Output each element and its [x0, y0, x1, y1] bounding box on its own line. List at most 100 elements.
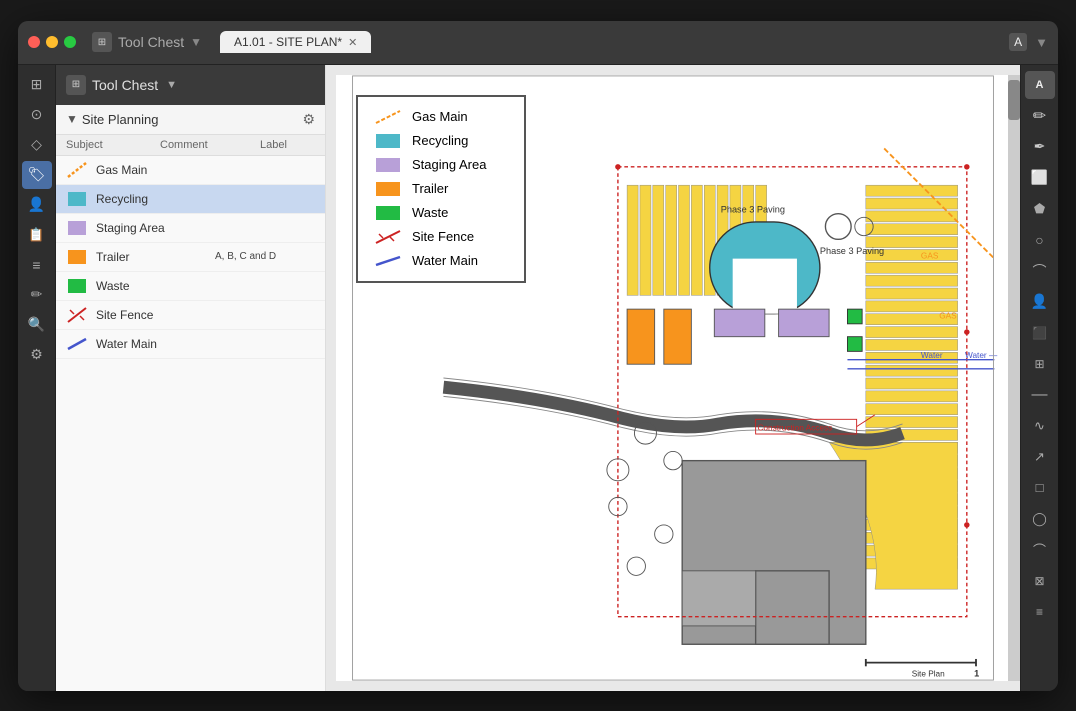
- right-rail-arrow-icon[interactable]: ↗: [1025, 443, 1055, 471]
- rail-icon-tag[interactable]: 🏷: [22, 161, 52, 189]
- section-expand-icon[interactable]: ▼: [66, 112, 78, 126]
- legend-item-water-main[interactable]: Water Main: [56, 330, 325, 359]
- rail-icon-doc[interactable]: 📋: [22, 221, 52, 249]
- legend-item-gas-main[interactable]: Gas Main: [56, 156, 325, 185]
- top-right-icon[interactable]: A: [1009, 33, 1027, 51]
- right-rail-draw-icon[interactable]: ✒: [1025, 133, 1055, 161]
- right-rail-arc-icon[interactable]: ⌒: [1025, 257, 1055, 285]
- chevron-up-icon[interactable]: ▼: [1035, 35, 1048, 50]
- right-rail-oval-icon[interactable]: ◯: [1025, 505, 1055, 533]
- scrollbar-thumb[interactable]: [1008, 80, 1020, 120]
- svg-text:Water: Water: [921, 350, 943, 359]
- app-icon-area: ⊞ Tool Chest ▼: [92, 32, 202, 52]
- svg-text:GAS: GAS: [921, 251, 939, 260]
- right-rail-person-icon[interactable]: 👤: [1025, 288, 1055, 316]
- tool-chest-title: Tool Chest: [92, 77, 158, 93]
- legend-item-trailer[interactable]: Trailer A, B, C and D: [56, 243, 325, 272]
- legend-item-recycling[interactable]: Recycling: [56, 185, 325, 214]
- max-dot[interactable]: [64, 36, 76, 48]
- recycling-label: Recycling: [96, 192, 215, 206]
- chest-header-icon: ⊞: [66, 75, 86, 95]
- table-header: Subject Comment Label: [56, 135, 325, 156]
- svg-text:1: 1: [974, 668, 979, 678]
- legend-row-staging: Staging Area: [374, 157, 508, 173]
- right-rail-wave-icon[interactable]: ⌒: [1025, 536, 1055, 564]
- rail-icon-grid[interactable]: ⊞: [22, 71, 52, 99]
- right-tool-rail: A ✏ ✒ ⬜ ⬟ ○ ⌒ 👤 ⬛ ⊞ — ∿ ↗ □ ◯ ⌒ ⊠ ≡: [1020, 65, 1058, 691]
- rail-icon-gear[interactable]: ⚙: [22, 341, 52, 369]
- water-main-swatch: [66, 335, 88, 353]
- legend-row-waste: Waste: [374, 205, 508, 221]
- right-rail-line-icon[interactable]: —: [1025, 381, 1055, 409]
- vertical-scrollbar[interactable]: [1008, 75, 1020, 681]
- site-fence-label: Site Fence: [96, 308, 215, 322]
- chest-chevron-icon[interactable]: ▼: [166, 79, 177, 91]
- right-rail-rect-icon[interactable]: ⬜: [1025, 164, 1055, 192]
- trailer-swatch: [66, 248, 88, 266]
- lg-swatch-staging: [374, 157, 402, 173]
- waste-swatch: [66, 277, 88, 295]
- drawing-area[interactable]: Phase 3 Paving Phase 3 Paving Constructi…: [326, 65, 1020, 691]
- svg-text:Phase 3 Paving: Phase 3 Paving: [820, 246, 884, 256]
- right-rail-lines-icon[interactable]: ≡: [1025, 598, 1055, 626]
- close-dot[interactable]: [28, 36, 40, 48]
- tab-area: A1.01 - SITE PLAN* ✕: [220, 31, 1001, 53]
- right-rail-square-icon[interactable]: □: [1025, 474, 1055, 502]
- lg-swatch-recycling: [374, 133, 402, 149]
- rail-icon-diamond[interactable]: ◇: [22, 131, 52, 159]
- right-rail-a-icon[interactable]: A: [1025, 71, 1055, 99]
- lg-label-recycling: Recycling: [412, 133, 468, 148]
- tool-chest-icon: ⊞: [92, 32, 112, 52]
- legend-item-site-fence[interactable]: Site Fence: [56, 301, 325, 330]
- rail-icon-search[interactable]: 🔍: [22, 311, 52, 339]
- right-rail-image-icon[interactable]: ⬛: [1025, 319, 1055, 347]
- main-area: ⊞ ⊙ ◇ 🏷 👤 📋 ≡ ✏ 🔍 ⚙ ⊞ Tool Chest ▼ ▼ Sit…: [18, 65, 1058, 691]
- lg-label-gas: Gas Main: [412, 109, 468, 124]
- svg-text:Phase 3 Paving: Phase 3 Paving: [721, 204, 785, 214]
- legend-item-staging-area[interactable]: Staging Area: [56, 214, 325, 243]
- lg-label-staging: Staging Area: [412, 157, 486, 172]
- gas-main-label: Gas Main: [96, 163, 215, 177]
- rail-icon-list[interactable]: ≡: [22, 251, 52, 279]
- lg-swatch-gas: [374, 109, 402, 125]
- right-rail-table-icon[interactable]: ⊠: [1025, 567, 1055, 595]
- right-rail-circle-icon[interactable]: ○: [1025, 226, 1055, 254]
- lg-label-water: Water Main: [412, 253, 478, 268]
- legend-list: Gas Main Recycling Staging Area: [56, 156, 325, 691]
- section-settings-icon[interactable]: ⚙: [302, 111, 315, 128]
- rail-icon-person[interactable]: 👤: [22, 191, 52, 219]
- legend-row-gas: Gas Main: [374, 109, 508, 125]
- right-rail-curve-icon[interactable]: ∿: [1025, 412, 1055, 440]
- staging-area-label: Staging Area: [96, 221, 215, 235]
- lg-swatch-trailer: [374, 181, 402, 197]
- app-window: ⊞ Tool Chest ▼ A1.01 - SITE PLAN* ✕ A ▼ …: [18, 21, 1058, 691]
- right-rail-pencil-icon[interactable]: ✏: [1025, 102, 1055, 130]
- lg-swatch-water: [374, 253, 402, 269]
- active-tab[interactable]: A1.01 - SITE PLAN* ✕: [220, 31, 371, 53]
- section-header: ▼ Site Planning ⚙: [56, 105, 325, 135]
- rail-icon-circle[interactable]: ⊙: [22, 101, 52, 129]
- chevron-down-icon[interactable]: ▼: [190, 35, 202, 49]
- col-comment-label: Comment: [160, 139, 260, 151]
- col-subject-label: Subject: [66, 139, 160, 151]
- drawing-canvas: Phase 3 Paving Phase 3 Paving Constructi…: [336, 75, 1010, 681]
- svg-text:Construction Access: Construction Access: [757, 423, 832, 432]
- tab-close-icon[interactable]: ✕: [348, 36, 357, 49]
- tab-label: A1.01 - SITE PLAN*: [234, 35, 342, 49]
- min-dot[interactable]: [46, 36, 58, 48]
- svg-text:Site Plan: Site Plan: [912, 669, 945, 678]
- legend-row-fence: Site Fence: [374, 229, 508, 245]
- right-rail-diamond-icon[interactable]: ⬟: [1025, 195, 1055, 223]
- legend-row-water: Water Main: [374, 253, 508, 269]
- lg-label-waste: Waste: [412, 205, 448, 220]
- svg-text:GAS: GAS: [939, 311, 957, 320]
- legend-item-waste[interactable]: Waste: [56, 272, 325, 301]
- staging-area-swatch: [66, 219, 88, 237]
- lg-label-trailer: Trailer: [412, 181, 448, 196]
- right-rail-grid-icon[interactable]: ⊞: [1025, 350, 1055, 378]
- gas-main-swatch: [66, 161, 88, 179]
- legend-row-trailer: Trailer: [374, 181, 508, 197]
- rail-icon-pencil[interactable]: ✏: [22, 281, 52, 309]
- col-label-label: Label: [260, 139, 315, 151]
- recycling-swatch: [66, 190, 88, 208]
